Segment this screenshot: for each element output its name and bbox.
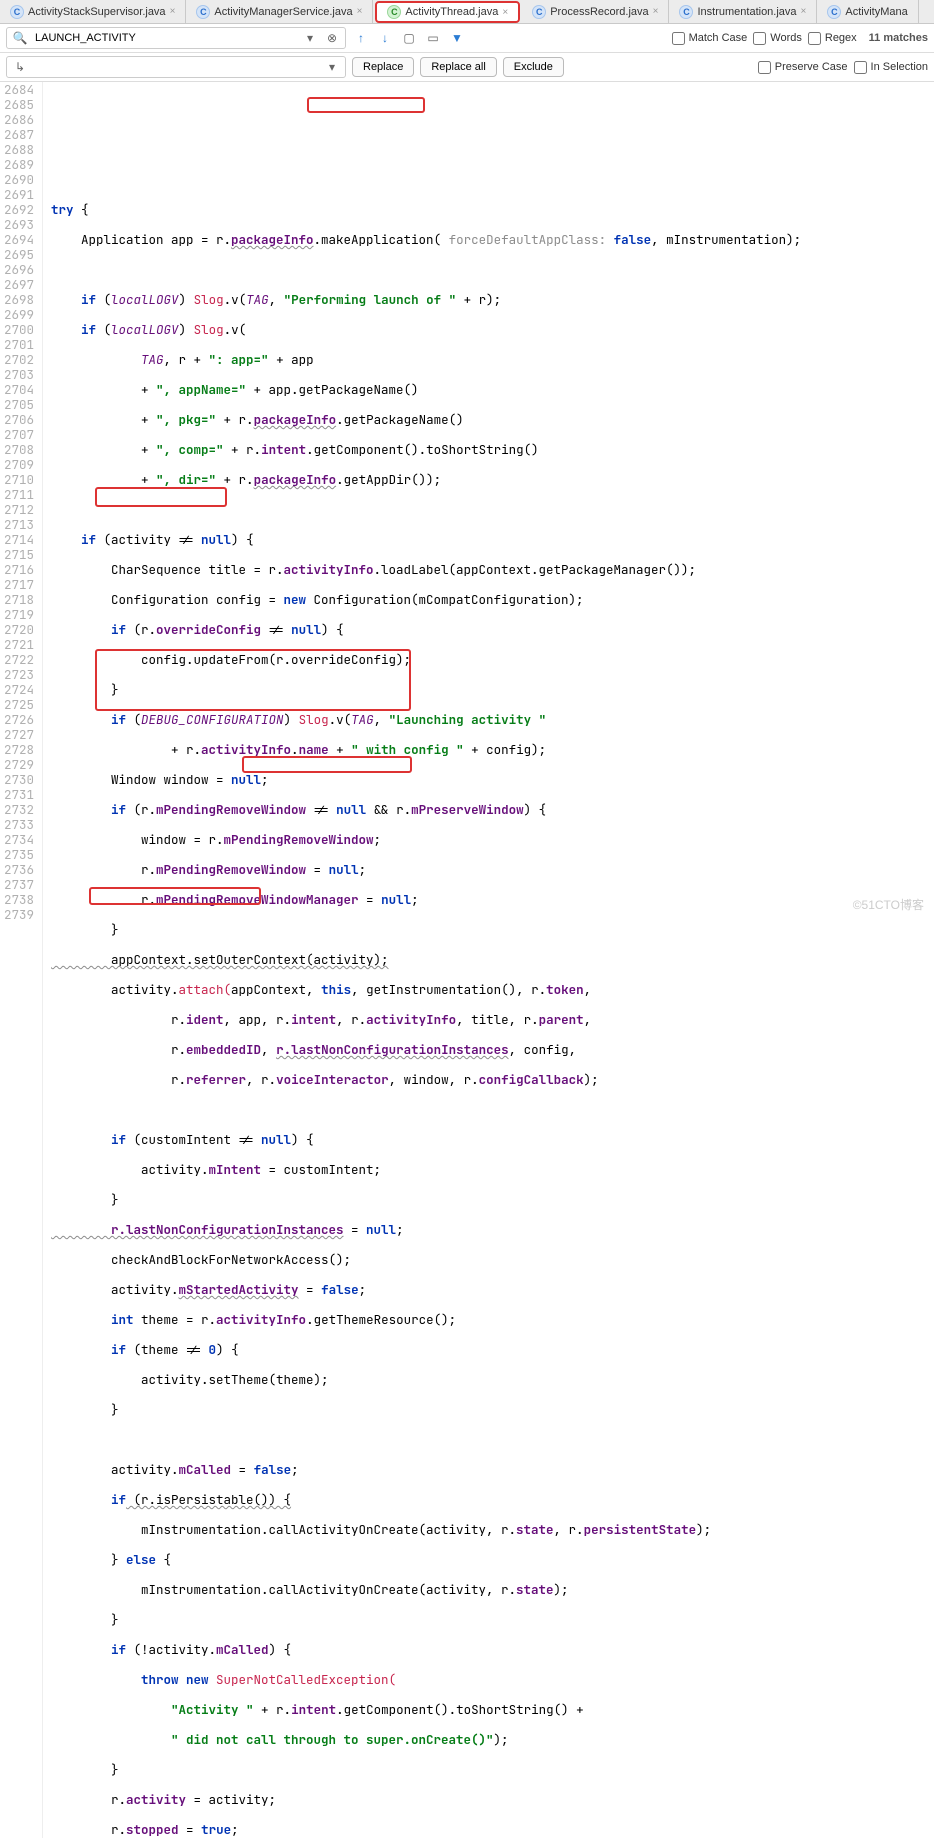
regex-label: Regex (825, 32, 857, 44)
in-selection-label: In Selection (871, 61, 928, 73)
close-icon[interactable]: × (170, 6, 176, 17)
tab-processrecord[interactable]: C ProcessRecord.java × (522, 0, 669, 23)
tab-activitystacksupervisor[interactable]: C ActivityStackSupervisor.java × (0, 0, 186, 23)
words-label: Words (770, 32, 802, 44)
search-input[interactable] (33, 31, 297, 45)
tab-label: ProcessRecord.java (550, 6, 648, 18)
search-input-wrapper[interactable]: 🔍 ▾ ⊗ (6, 27, 346, 49)
exclude-button[interactable]: Exclude (503, 57, 564, 77)
next-occurrence-icon[interactable]: ↓ (376, 29, 394, 47)
class-icon: C (10, 5, 24, 19)
tab-instrumentation[interactable]: C Instrumentation.java × (669, 0, 817, 23)
in-selection-checkbox[interactable]: In Selection (854, 61, 928, 74)
tab-label: ActivityThread.java (405, 6, 498, 18)
watermark: ©51CTO博客 (853, 896, 924, 913)
class-icon: C (387, 5, 401, 19)
tab-label: ActivityManagerService.java (214, 6, 352, 18)
replace-bar: ↳ ▾ Replace Replace all Exclude Preserve… (0, 53, 934, 82)
tab-activitymanagerservice[interactable]: C ActivityManagerService.java × (186, 0, 373, 23)
regex-checkbox[interactable]: Regex (808, 32, 857, 45)
class-icon: C (827, 5, 841, 19)
class-icon: C (532, 5, 546, 19)
match-case-label: Match Case (689, 32, 748, 44)
replace-all-button[interactable]: Replace all (420, 57, 496, 77)
prev-occurrence-icon[interactable]: ↑ (352, 29, 370, 47)
search-bar: 🔍 ▾ ⊗ ↑ ↓ ▢ ▭ ▼ Match Case Words Regex 1… (0, 24, 934, 53)
add-selection-icon[interactable]: ▭ (424, 29, 442, 47)
select-all-occurrences-icon[interactable]: ▢ (400, 29, 418, 47)
code-area[interactable]: try { Application app = r.packageInfo.ma… (43, 82, 801, 1838)
close-icon[interactable]: × (653, 6, 659, 17)
replace-input-wrapper[interactable]: ↳ ▾ (6, 56, 346, 78)
close-icon[interactable]: × (502, 7, 508, 18)
preserve-case-checkbox[interactable]: Preserve Case (758, 61, 848, 74)
tab-label: Instrumentation.java (697, 6, 796, 18)
preserve-case-label: Preserve Case (775, 61, 848, 73)
replace-icon: ↳ (11, 58, 29, 76)
tab-label: ActivityMana (845, 6, 907, 18)
highlight-makeapplication (307, 97, 425, 113)
close-icon[interactable]: × (357, 6, 363, 17)
search-icon: 🔍 (11, 29, 29, 47)
replace-input[interactable] (33, 60, 319, 74)
editor-tabs: C ActivityStackSupervisor.java × C Activ… (0, 0, 934, 24)
tab-activitythread[interactable]: C ActivityThread.java × (375, 1, 520, 23)
tab-label: ActivityStackSupervisor.java (28, 6, 166, 18)
words-checkbox[interactable]: Words (753, 32, 802, 45)
match-case-checkbox[interactable]: Match Case (672, 32, 748, 45)
dropdown-history-icon[interactable]: ▾ (301, 29, 319, 47)
filter-icon[interactable]: ▼ (448, 29, 466, 47)
code-editor[interactable]: 2684 2685 2686 2687 2688 2689 2690 2691 … (0, 82, 934, 1838)
class-icon: C (679, 5, 693, 19)
clear-search-icon[interactable]: ⊗ (323, 29, 341, 47)
match-count: 11 matches (869, 32, 928, 44)
replace-button[interactable]: Replace (352, 57, 414, 77)
line-number-gutter: 2684 2685 2686 2687 2688 2689 2690 2691 … (0, 82, 43, 1838)
tab-activitymana[interactable]: C ActivityMana (817, 0, 918, 23)
dropdown-history-icon[interactable]: ▾ (323, 58, 341, 76)
class-icon: C (196, 5, 210, 19)
close-icon[interactable]: × (801, 6, 807, 17)
